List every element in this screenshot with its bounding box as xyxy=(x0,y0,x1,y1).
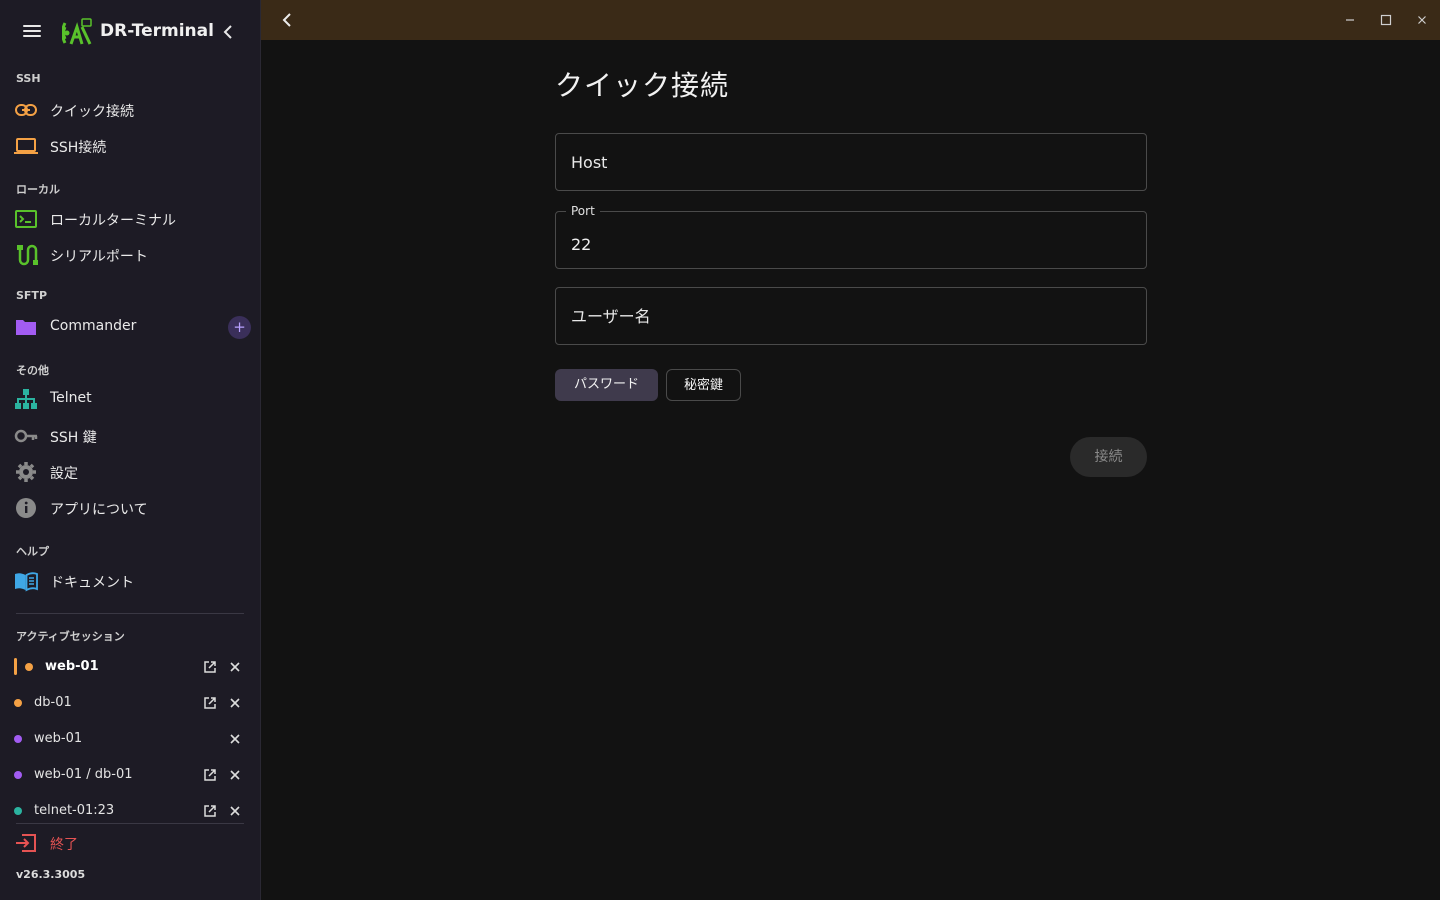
add-commander-button[interactable]: + xyxy=(228,316,251,339)
nav-label: クイック接続 xyxy=(50,104,134,120)
nav-label: アプリについて xyxy=(50,502,148,518)
session-item[interactable]: web-01 xyxy=(0,724,260,754)
brand-row: DR-Terminal xyxy=(0,12,260,52)
quit-button[interactable]: 終了 xyxy=(0,828,260,858)
nav-item-quick-connect[interactable]: クイック接続 xyxy=(0,93,260,127)
connect-button[interactable]: 接続 xyxy=(1070,437,1147,477)
nav-item-commander[interactable]: Commander + xyxy=(0,310,260,344)
nav-label: ローカルターミナル xyxy=(50,213,176,229)
app-name: DR-Terminal xyxy=(100,21,214,41)
close-icon[interactable] xyxy=(228,768,242,782)
session-status-dot xyxy=(14,735,22,743)
session-item[interactable]: web-01 / db-01 xyxy=(0,760,260,790)
network-icon xyxy=(15,389,37,409)
close-icon[interactable] xyxy=(228,660,242,674)
section-label-ssh: SSH xyxy=(16,72,41,85)
session-name: telnet-01:23 xyxy=(34,803,115,818)
gear-icon xyxy=(16,462,36,482)
session-status-dot xyxy=(14,807,22,815)
section-label-other: その他 xyxy=(16,364,49,377)
auth-password-button[interactable]: パスワード xyxy=(555,369,658,401)
app-version: v26.3.3005 xyxy=(16,868,86,881)
session-status-dot xyxy=(14,771,22,779)
host-input[interactable] xyxy=(571,134,1131,190)
main-content: クイック接続 Port パスワード 秘密鍵 接続 xyxy=(261,40,1440,900)
link-icon xyxy=(15,104,37,116)
back-arrow-icon[interactable] xyxy=(277,10,297,30)
nav-item-about[interactable]: アプリについて xyxy=(0,491,260,525)
folder-icon xyxy=(16,320,36,335)
username-field[interactable] xyxy=(555,287,1147,345)
sidebar-divider xyxy=(16,823,244,824)
username-input[interactable] xyxy=(571,288,1131,344)
book-icon xyxy=(15,572,38,592)
section-label-sessions: アクティブセッション xyxy=(16,630,125,643)
close-icon[interactable] xyxy=(228,804,242,818)
session-item[interactable]: db-01 xyxy=(0,688,260,718)
nav-label: SSH 鍵 xyxy=(50,430,97,446)
maximize-icon[interactable] xyxy=(1378,12,1394,28)
nav-item-settings[interactable]: 設定 xyxy=(0,455,260,489)
popout-icon[interactable] xyxy=(203,768,217,782)
nav-label: 設定 xyxy=(50,466,78,482)
session-name: web-01 xyxy=(34,731,83,746)
section-label-sftp: SFTP xyxy=(16,289,48,302)
session-name: db-01 xyxy=(34,695,72,710)
app-logo-icon xyxy=(62,18,92,45)
nav-label: シリアルポート xyxy=(50,249,148,265)
port-input[interactable] xyxy=(571,220,1131,268)
session-status-dot xyxy=(14,699,22,707)
laptop-icon xyxy=(14,138,38,154)
popout-icon[interactable] xyxy=(203,660,217,674)
nav-label: SSH接続 xyxy=(50,140,107,156)
nav-item-serial-port[interactable]: シリアルポート xyxy=(0,238,260,272)
quit-label: 終了 xyxy=(50,837,78,853)
minimize-icon[interactable] xyxy=(1342,12,1358,28)
sidebar: DR-Terminal SSH クイック接続 SSH接続 ローカル ローカルター… xyxy=(0,0,261,900)
active-indicator xyxy=(14,658,17,675)
close-icon[interactable] xyxy=(228,732,242,746)
window-close-icon[interactable] xyxy=(1414,12,1430,28)
key-icon xyxy=(14,429,38,443)
sidebar-divider xyxy=(16,613,244,614)
nav-item-ssh-connect[interactable]: SSH接続 xyxy=(0,129,260,163)
session-item[interactable]: telnet-01:23 xyxy=(0,796,260,826)
port-label: Port xyxy=(566,204,600,218)
section-label-local: ローカル xyxy=(16,183,60,196)
popout-icon[interactable] xyxy=(203,804,217,818)
session-name: web-01 / db-01 xyxy=(34,767,133,782)
auth-private-key-button[interactable]: 秘密鍵 xyxy=(666,369,741,401)
port-field[interactable]: Port xyxy=(555,204,1147,269)
chevron-left-icon[interactable] xyxy=(218,22,238,42)
session-name: web-01 xyxy=(45,659,99,674)
terminal-icon xyxy=(15,210,37,228)
popout-icon[interactable] xyxy=(203,696,217,710)
nav-item-ssh-keys[interactable]: SSH 鍵 xyxy=(0,419,260,453)
close-icon[interactable] xyxy=(228,696,242,710)
section-label-help: ヘルプ xyxy=(16,545,49,558)
nav-item-telnet[interactable]: Telnet xyxy=(0,382,260,416)
nav-label: Telnet xyxy=(50,390,92,406)
page-title: クイック接続 xyxy=(555,69,730,102)
cable-icon xyxy=(17,244,38,266)
host-field[interactable] xyxy=(555,133,1147,191)
nav-item-docs[interactable]: ドキュメント xyxy=(0,564,260,598)
nav-label: ドキュメント xyxy=(50,575,134,591)
exit-icon xyxy=(16,834,36,852)
title-bar xyxy=(261,0,1440,40)
nav-item-local-terminal[interactable]: ローカルターミナル xyxy=(0,202,260,236)
session-status-dot xyxy=(25,663,33,671)
info-icon xyxy=(16,498,36,518)
menu-icon[interactable] xyxy=(20,22,44,42)
session-item[interactable]: web-01 xyxy=(0,652,260,682)
nav-label: Commander xyxy=(50,318,137,334)
